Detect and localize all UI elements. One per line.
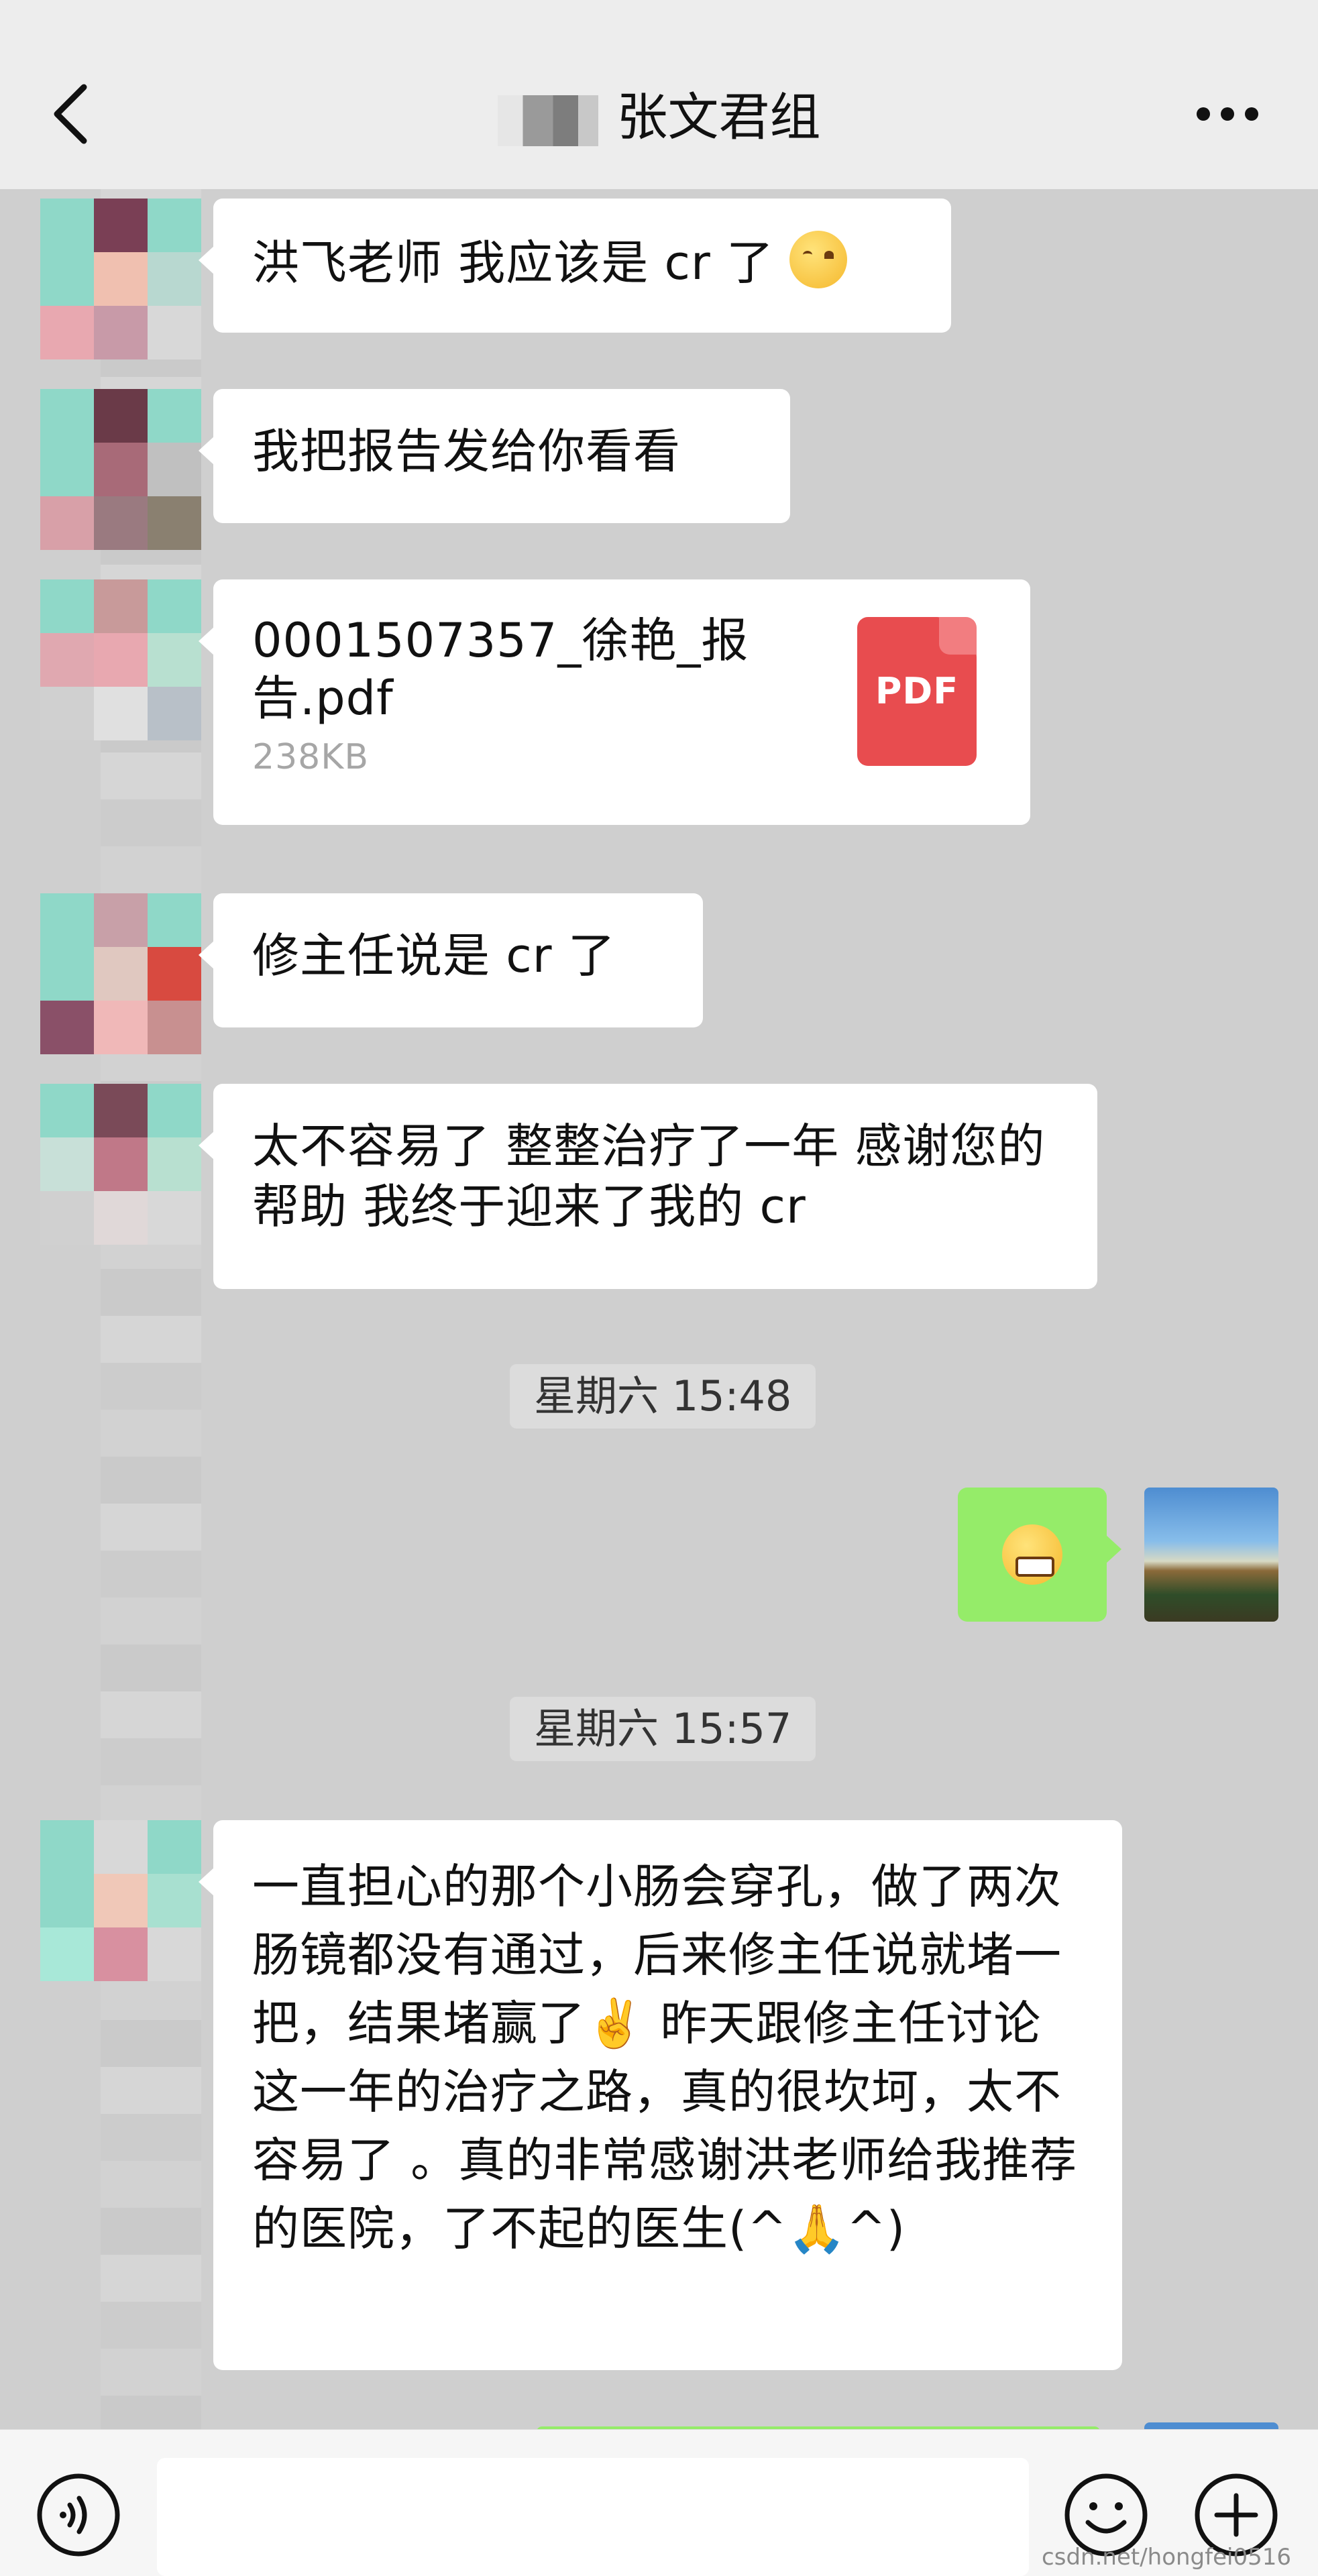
voice-button[interactable] (35, 2471, 122, 2559)
message-input[interactable] (157, 2458, 1029, 2576)
avatar[interactable] (40, 1820, 201, 1981)
avatar[interactable] (40, 1084, 201, 1245)
input-bar: csdn.net/hongfei0516 (0, 2429, 1318, 2576)
chat-title: 张文君组 (616, 87, 821, 147)
blurred-title-prefix (497, 95, 598, 146)
next-avatar-peek (1144, 2422, 1278, 2429)
self-message-bubble[interactable] (958, 1488, 1121, 1622)
more-dots-icon (1197, 107, 1258, 121)
timestamp-badge: 星期六 15:48 (510, 1364, 816, 1429)
message-text: 修主任说是 cr 了 (252, 928, 616, 983)
message-text: 洪飞老师 我应该是 cr 了 (252, 235, 775, 290)
victory-hand-emoji: ✌️ (586, 1996, 645, 2051)
avatar[interactable] (40, 893, 201, 1054)
message-text: 我把报告发给你看看 (252, 424, 681, 479)
watermark-text: csdn.net/hongfei0516 (1042, 2544, 1291, 2571)
grinning-face-emoji (1002, 1524, 1062, 1585)
file-name: 0001507357_徐艳_报告.pdf (252, 613, 749, 726)
voice-icon (37, 2473, 120, 2557)
chat-title-area: 张文君组 (0, 87, 1318, 148)
chat-header: 张文君组 (0, 0, 1318, 190)
avatar[interactable] (40, 579, 201, 740)
smiling-face-emoji (789, 231, 848, 288)
self-avatar-photo[interactable] (1144, 1488, 1278, 1622)
timestamp-badge: 星期六 15:57 (510, 1697, 816, 1761)
avatar[interactable] (40, 199, 201, 359)
file-message-bubble[interactable]: 0001507357_徐艳_报告.pdf 238KB PDF (199, 579, 1030, 825)
chat-area[interactable]: 洪飞老师 我应该是 cr 了 我把报告发给你看看 0001507357_徐艳_报… (0, 189, 1318, 2436)
pdf-icon-label: PDF (875, 670, 959, 712)
more-button[interactable] (1194, 101, 1261, 127)
message-bubble[interactable]: 太不容易了 整整治疗了一年 感谢您的帮助 我终于迎来了我的 cr (199, 1084, 1097, 1289)
avatar[interactable] (40, 389, 201, 550)
message-bubble[interactable]: 修主任说是 cr 了 (199, 893, 703, 1027)
message-bubble[interactable]: 洪飞老师 我应该是 cr 了 (199, 199, 951, 333)
message-bubble[interactable]: 一直担心的那个小肠会穿孔，做了两次肠镜都没有通过，后来修主任说就堵一把，结果堵赢… (199, 1820, 1122, 2370)
message-text: 太不容易了 整整治疗了一年 感谢您的帮助 我终于迎来了我的 cr (252, 1119, 1046, 1234)
message-bubble[interactable]: 我把报告发给你看看 (199, 389, 790, 523)
pdf-file-icon: PDF (857, 617, 977, 766)
